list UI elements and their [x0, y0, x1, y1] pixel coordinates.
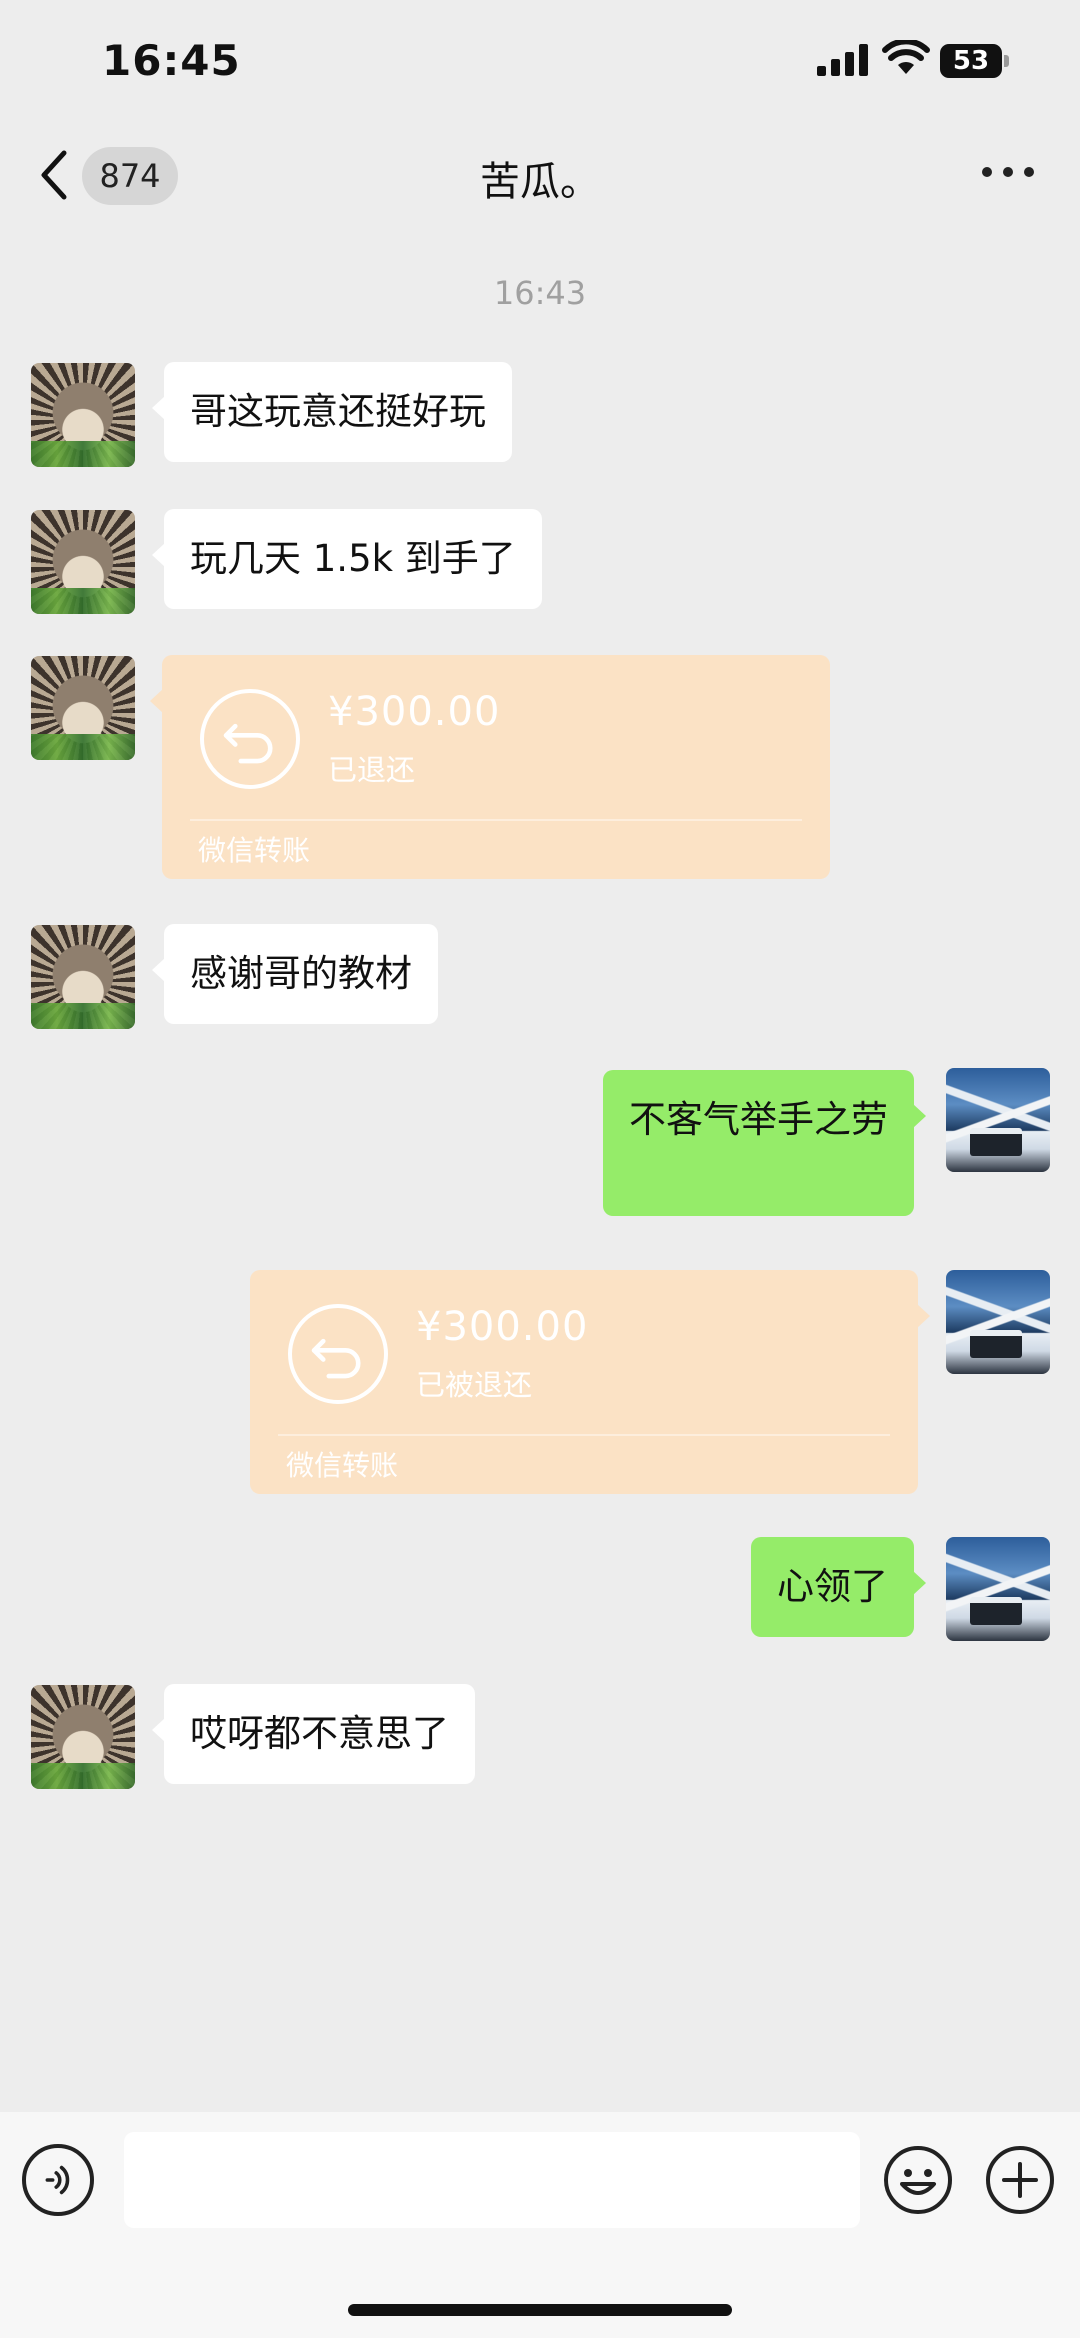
- contact-avatar[interactable]: [31, 656, 135, 760]
- wifi-icon: [882, 40, 930, 74]
- transfer-card[interactable]: ¥300.00 已被退还 微信转账: [250, 1270, 930, 1494]
- divider: [190, 819, 802, 821]
- chat-title: 苦瓜。: [480, 159, 600, 205]
- contact-avatar[interactable]: [31, 510, 135, 614]
- my-avatar[interactable]: [946, 1270, 1050, 1374]
- outgoing-message[interactable]: 不客气举手之劳: [603, 1070, 926, 1216]
- cellular-signal-icon: [817, 44, 868, 76]
- battery-icon: 53: [940, 44, 1010, 78]
- outgoing-message[interactable]: 心领了: [751, 1537, 926, 1637]
- return-arrow-icon: [200, 689, 300, 789]
- transfer-amount: ¥300.00: [416, 1304, 589, 1350]
- transfer-label: 微信转账: [198, 834, 311, 867]
- battery-level: 53: [952, 46, 990, 76]
- voice-icon[interactable]: [22, 2144, 94, 2216]
- my-avatar[interactable]: [946, 1537, 1050, 1641]
- plus-icon[interactable]: [984, 2144, 1056, 2216]
- return-arrow-icon: [288, 1304, 388, 1404]
- my-avatar[interactable]: [946, 1068, 1050, 1172]
- transfer-label: 微信转账: [286, 1449, 399, 1482]
- contact-avatar[interactable]: [31, 1685, 135, 1789]
- message-timestamp: 16:43: [493, 274, 587, 312]
- contact-avatar[interactable]: [31, 925, 135, 1029]
- contact-avatar[interactable]: [31, 363, 135, 467]
- emoji-icon[interactable]: [882, 2144, 954, 2216]
- incoming-message[interactable]: 哎呀都不意思了: [152, 1684, 475, 1784]
- divider: [278, 1434, 890, 1436]
- more-dots-icon[interactable]: [982, 167, 1034, 181]
- incoming-message[interactable]: 哥这玩意还挺好玩: [152, 362, 512, 462]
- transfer-card[interactable]: ¥300.00 已退还 微信转账: [150, 655, 830, 879]
- transfer-amount: ¥300.00: [328, 689, 501, 735]
- transfer-status: 已被退还: [416, 1368, 533, 1402]
- status-time: 16:45: [102, 36, 241, 85]
- chat-header: 874 苦瓜。: [0, 125, 1080, 225]
- input-bar: [0, 2112, 1080, 2338]
- incoming-message[interactable]: 玩几天 1.5k 到手了: [152, 509, 542, 609]
- status-bar: 16:45 53: [0, 0, 1080, 125]
- message-input[interactable]: [124, 2132, 860, 2228]
- home-indicator[interactable]: [348, 2304, 732, 2316]
- transfer-status: 已退还: [328, 753, 416, 787]
- incoming-message[interactable]: 感谢哥的教材: [152, 924, 438, 1024]
